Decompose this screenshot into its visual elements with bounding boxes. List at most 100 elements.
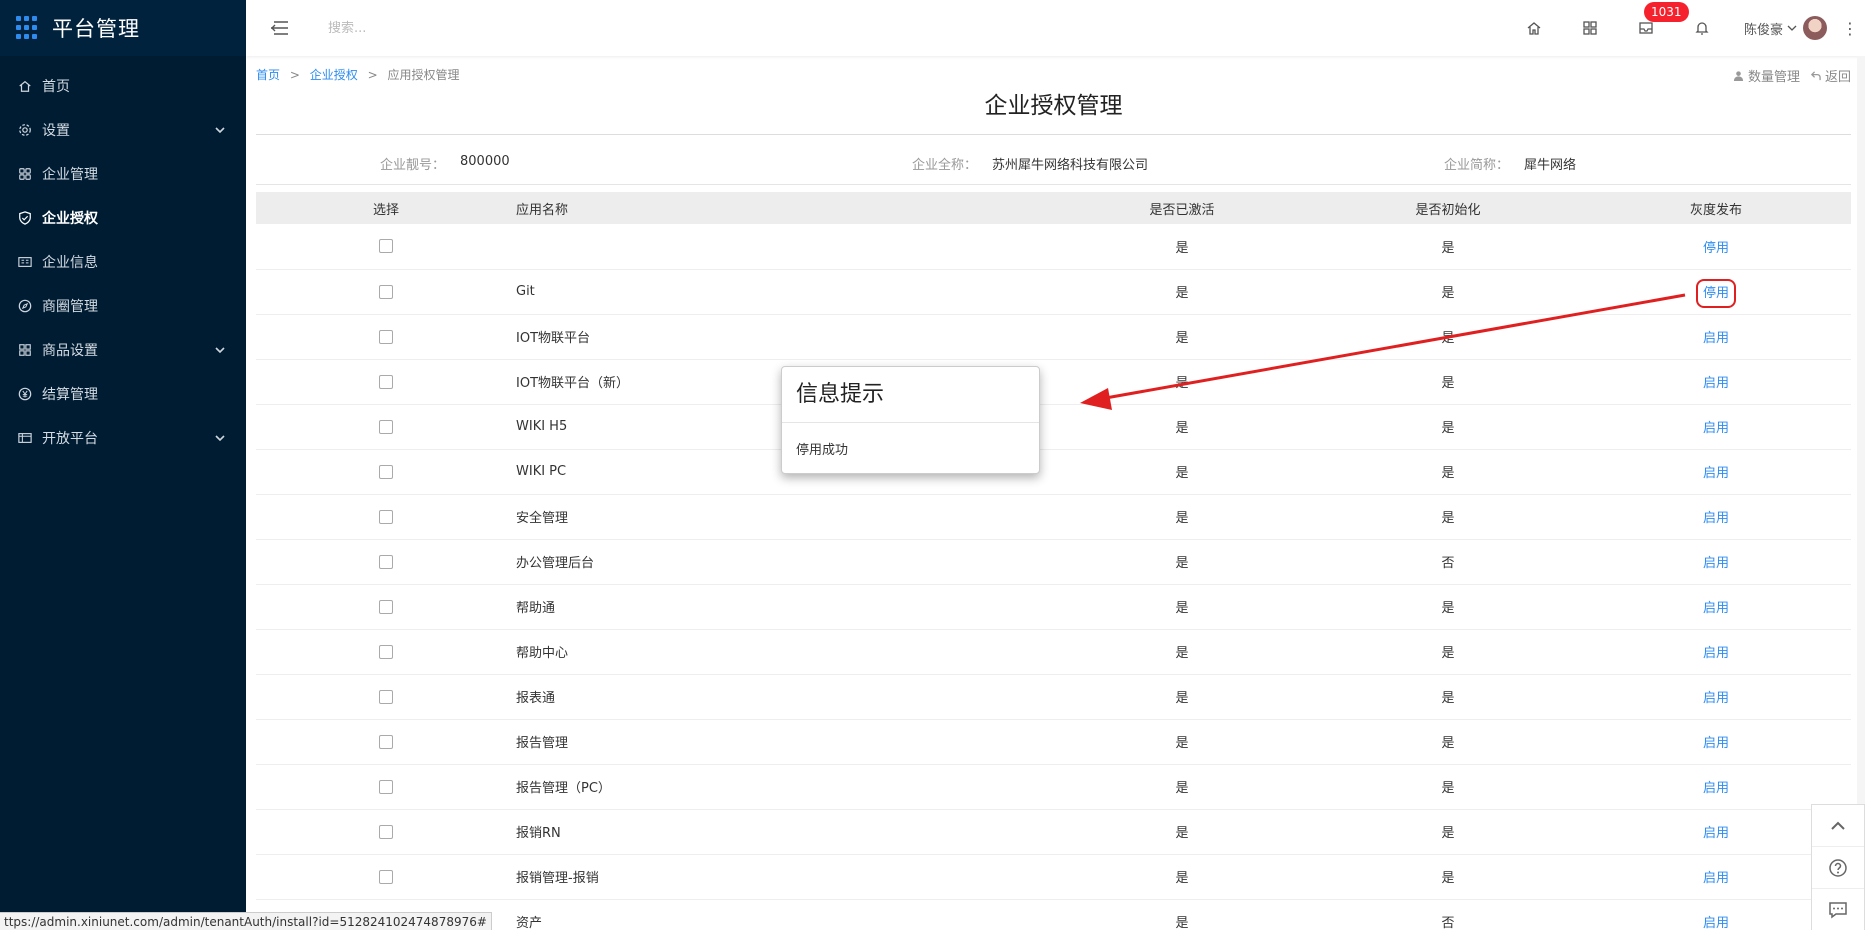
inbox-icon bbox=[1639, 22, 1653, 34]
sidebar-item-8[interactable]: 开放平台 bbox=[0, 416, 246, 460]
gray-release-toggle-link[interactable]: 启用 bbox=[1703, 826, 1729, 841]
app-title: 平台管理 bbox=[52, 17, 140, 41]
enterprise-code-label: 企业靓号： bbox=[380, 158, 446, 173]
table-header-row: 选择 应用名称 是否已激活 是否初始化 灰度发布 bbox=[256, 192, 1851, 224]
activated-cell: 是 bbox=[1175, 286, 1189, 301]
table-row: 报表通 是 是 启用 bbox=[256, 674, 1851, 719]
gray-release-toggle-link[interactable]: 启用 bbox=[1703, 556, 1729, 571]
row-checkbox[interactable] bbox=[379, 869, 393, 884]
status-bar-url: ttps://admin.xiniunet.com/admin/tenantAu… bbox=[0, 912, 492, 930]
brand[interactable]: 平台管理 bbox=[0, 0, 246, 56]
user-menu[interactable]: 陈俊豪 bbox=[1730, 0, 1835, 56]
bell-button[interactable] bbox=[1674, 0, 1730, 56]
row-checkbox[interactable] bbox=[379, 599, 393, 614]
table-row: 资产 是 否 启用 bbox=[256, 899, 1851, 930]
initialized-cell: 是 bbox=[1441, 781, 1455, 796]
sidebar-item-label: 开放平台 bbox=[42, 431, 98, 447]
row-checkbox[interactable] bbox=[379, 824, 393, 839]
row-checkbox[interactable] bbox=[379, 374, 393, 389]
table-row: Git 是 是 停用 bbox=[256, 269, 1851, 314]
back-to-top-button[interactable] bbox=[1812, 805, 1864, 847]
header-select: 选择 bbox=[372, 202, 399, 218]
table-row: 报销RN 是 是 启用 bbox=[256, 809, 1851, 854]
sidebar-item-6[interactable]: 商品设置 bbox=[0, 328, 246, 372]
gray-release-toggle-link[interactable]: 启用 bbox=[1703, 916, 1729, 930]
sidebar-item-1[interactable]: 设置 bbox=[0, 108, 246, 152]
floating-toolbar bbox=[1811, 804, 1865, 930]
activated-cell: 是 bbox=[1175, 781, 1189, 796]
id-card-icon bbox=[16, 253, 34, 271]
inbox-button[interactable]: 1031 bbox=[1618, 0, 1689, 56]
table-body: 是是停用 Git 是是停用 IOT物联平台是是启用 IOT物联平台（新）是是启用 WIKI… bbox=[256, 224, 1851, 930]
gray-release-toggle-link[interactable]: 启用 bbox=[1703, 601, 1729, 616]
sidebar-item-label: 企业管理 bbox=[42, 167, 98, 183]
sidebar-item-label: 商品设置 bbox=[42, 343, 98, 359]
breadcrumb-home[interactable]: 首页 bbox=[256, 68, 280, 82]
activated-cell: 是 bbox=[1175, 601, 1189, 616]
app-grid-logo-icon bbox=[16, 16, 40, 40]
gray-release-toggle-link[interactable]: 启用 bbox=[1703, 781, 1729, 796]
gray-release-toggle-link[interactable]: 启用 bbox=[1703, 466, 1729, 481]
feedback-button[interactable] bbox=[1812, 889, 1864, 930]
row-checkbox[interactable] bbox=[379, 734, 393, 749]
gray-release-cell: 启用 bbox=[1581, 314, 1851, 359]
back-icon bbox=[1810, 71, 1821, 81]
activated-cell: 是 bbox=[1175, 556, 1189, 571]
gray-release-toggle-link[interactable]: 停用 bbox=[1695, 279, 1737, 308]
sidebar-item-3[interactable]: 企业授权 bbox=[0, 196, 246, 240]
gray-release-toggle-link[interactable]: 启用 bbox=[1703, 331, 1729, 346]
row-checkbox[interactable] bbox=[379, 329, 393, 344]
gray-release-toggle-link[interactable]: 启用 bbox=[1703, 511, 1729, 526]
sidebar-item-4[interactable]: 企业信息 bbox=[0, 240, 246, 284]
select-cell bbox=[256, 269, 516, 314]
quantity-management-link[interactable]: 数量管理 bbox=[1733, 66, 1800, 85]
gray-release-toggle-link[interactable]: 启用 bbox=[1703, 421, 1729, 436]
row-checkbox[interactable] bbox=[379, 779, 393, 794]
row-checkbox[interactable] bbox=[379, 284, 393, 299]
more-menu-button[interactable]: ⋮ bbox=[1835, 0, 1865, 56]
row-checkbox[interactable] bbox=[379, 239, 393, 254]
back-link[interactable]: 返回 bbox=[1810, 66, 1851, 85]
help-button[interactable] bbox=[1812, 847, 1864, 889]
avatar bbox=[1803, 16, 1827, 40]
sidebar-item-label: 企业授权 bbox=[42, 211, 98, 227]
gray-release-toggle-link[interactable]: 启用 bbox=[1703, 871, 1729, 886]
search-input[interactable] bbox=[328, 13, 628, 43]
header-initialized: 是否初始化 bbox=[1415, 202, 1481, 218]
breadcrumb: 首页 > 企业授权 > 应用授权管理 bbox=[256, 66, 459, 83]
gray-release-cell: 停用 bbox=[1581, 224, 1851, 269]
shield-check-icon bbox=[16, 209, 34, 227]
scrollbar[interactable] bbox=[1857, 56, 1865, 930]
gray-release-toggle-link[interactable]: 启用 bbox=[1703, 646, 1729, 661]
row-checkbox[interactable] bbox=[379, 509, 393, 524]
sidebar-item-0[interactable]: 首页 bbox=[0, 64, 246, 108]
select-cell bbox=[256, 449, 516, 494]
breadcrumb-parent[interactable]: 企业授权 bbox=[310, 68, 358, 82]
row-checkbox[interactable] bbox=[379, 419, 393, 434]
sidebar-item-5[interactable]: 商圈管理 bbox=[0, 284, 246, 328]
sidebar-item-7[interactable]: 结算管理 bbox=[0, 372, 246, 416]
sidebar-item-2[interactable]: 企业管理 bbox=[0, 152, 246, 196]
gray-release-toggle-link[interactable]: 启用 bbox=[1703, 691, 1729, 706]
row-checkbox[interactable] bbox=[379, 689, 393, 704]
menu-toggle-icon[interactable] bbox=[270, 20, 290, 36]
row-checkbox[interactable] bbox=[379, 644, 393, 659]
app-name-cell: 报告管理 bbox=[516, 736, 569, 751]
gray-release-toggle-link[interactable]: 停用 bbox=[1703, 241, 1729, 256]
home-icon bbox=[1527, 22, 1541, 35]
row-checkbox[interactable] bbox=[379, 554, 393, 569]
table-row: 安全管理 是 是 启用 bbox=[256, 494, 1851, 539]
gray-release-cell: 启用 bbox=[1581, 494, 1851, 539]
info-dialog: 信息提示 停用成功 bbox=[781, 366, 1040, 474]
activated-cell: 是 bbox=[1175, 916, 1189, 930]
apps-button[interactable] bbox=[1562, 0, 1618, 56]
gray-release-toggle-link[interactable]: 启用 bbox=[1703, 376, 1729, 391]
select-cell bbox=[256, 719, 516, 764]
row-checkbox[interactable] bbox=[379, 464, 393, 479]
home-button[interactable] bbox=[1506, 0, 1562, 56]
table-row: IOT物联平台（新）是是启用 bbox=[256, 359, 1851, 404]
dialog-title: 信息提示 bbox=[782, 367, 1039, 423]
initialized-cell: 是 bbox=[1441, 601, 1455, 616]
gray-release-toggle-link[interactable]: 启用 bbox=[1703, 736, 1729, 751]
user-icon bbox=[1733, 71, 1744, 81]
